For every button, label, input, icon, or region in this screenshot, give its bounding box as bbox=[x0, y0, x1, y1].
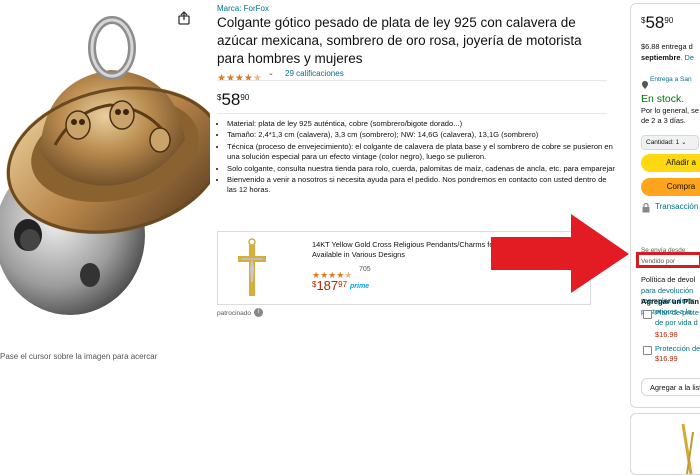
bullet-item: Material: plata de ley 925 auténtica, co… bbox=[227, 119, 615, 129]
sponsored-review-count[interactable]: 705 bbox=[359, 266, 371, 273]
add-to-cart-button[interactable]: Añadir a bbox=[641, 154, 700, 172]
sponsored-title[interactable]: 14KT Yellow Gold Cross Religious Pendant… bbox=[312, 240, 502, 260]
sponsored-price: $18797 bbox=[312, 278, 348, 293]
bullet-item: Solo colgante, consulta nuestra tienda p… bbox=[227, 164, 615, 174]
divider bbox=[217, 80, 607, 81]
lock-icon bbox=[642, 202, 650, 215]
buy-now-button[interactable]: Compra bbox=[641, 178, 700, 196]
share-icon[interactable] bbox=[176, 10, 192, 26]
divider bbox=[217, 113, 607, 114]
bullet-item: Bienvenido a venir a nosotros si necesit… bbox=[227, 175, 615, 196]
zoom-hint: Pase el cursor sobre la imagen para acer… bbox=[0, 352, 158, 361]
buy-box: $5890 $6.88 entrega d septiembre. De Ent… bbox=[630, 3, 700, 408]
add-to-list-button[interactable]: Agregar a la list bbox=[641, 378, 700, 396]
quantity-select[interactable]: Cantidad: 1 ⌄ bbox=[641, 135, 699, 150]
highlight-box bbox=[636, 252, 700, 268]
brand-link[interactable]: Marca: ForFox bbox=[217, 4, 269, 13]
protection-plan-header: Agregar un Plan bbox=[641, 297, 699, 306]
buybox-price: $5890 bbox=[641, 13, 674, 32]
plan1-checkbox[interactable] bbox=[643, 310, 652, 319]
chevron-down-icon[interactable]: ⌄ bbox=[268, 69, 274, 77]
feature-bullets: Material: plata de ley 925 auténtica, co… bbox=[217, 119, 615, 197]
delivery-info: $6.88 entrega d septiembre. De bbox=[641, 42, 694, 62]
ratings-count-link[interactable]: 29 calificaciones bbox=[285, 69, 344, 78]
sponsored-label: patrocinado bbox=[217, 310, 251, 317]
rating-stars[interactable]: ★★★★★ bbox=[217, 68, 262, 86]
delivery-location-link[interactable]: Entrega a San bbox=[650, 76, 692, 83]
location-pin-icon bbox=[642, 76, 648, 94]
plan2-checkbox[interactable] bbox=[643, 346, 652, 355]
bullet-item: Tamaño: 2,4*1,3 cm (calavera), 3,3 cm (s… bbox=[227, 130, 615, 140]
product-price: $5890 bbox=[217, 90, 250, 109]
product-image[interactable] bbox=[0, 0, 210, 325]
plan1-label[interactable]: Plan de prote de por vida d bbox=[655, 308, 699, 328]
plan2-label[interactable]: Protección de bbox=[655, 344, 700, 354]
info-icon[interactable]: i bbox=[254, 308, 263, 317]
plan1-price: $16.98 bbox=[655, 330, 678, 339]
cross-pendant-image[interactable] bbox=[234, 238, 270, 298]
shipping-estimate: Por lo general, se de 2 a 3 días. bbox=[641, 106, 699, 125]
red-arrow-annotation bbox=[491, 214, 629, 293]
stock-status: En stock. bbox=[641, 93, 685, 105]
secure-transaction-link[interactable]: Transacción bbox=[655, 202, 698, 211]
chevron-down-icon: ⌄ bbox=[681, 139, 687, 146]
product-title: Colgante gótico pesado de plata de ley 9… bbox=[217, 15, 582, 66]
plan2-price: $16.99 bbox=[655, 354, 678, 363]
bullet-item: Técnica (proceso de envejecimiento): el … bbox=[227, 142, 615, 163]
prime-badge: prime bbox=[350, 283, 370, 290]
